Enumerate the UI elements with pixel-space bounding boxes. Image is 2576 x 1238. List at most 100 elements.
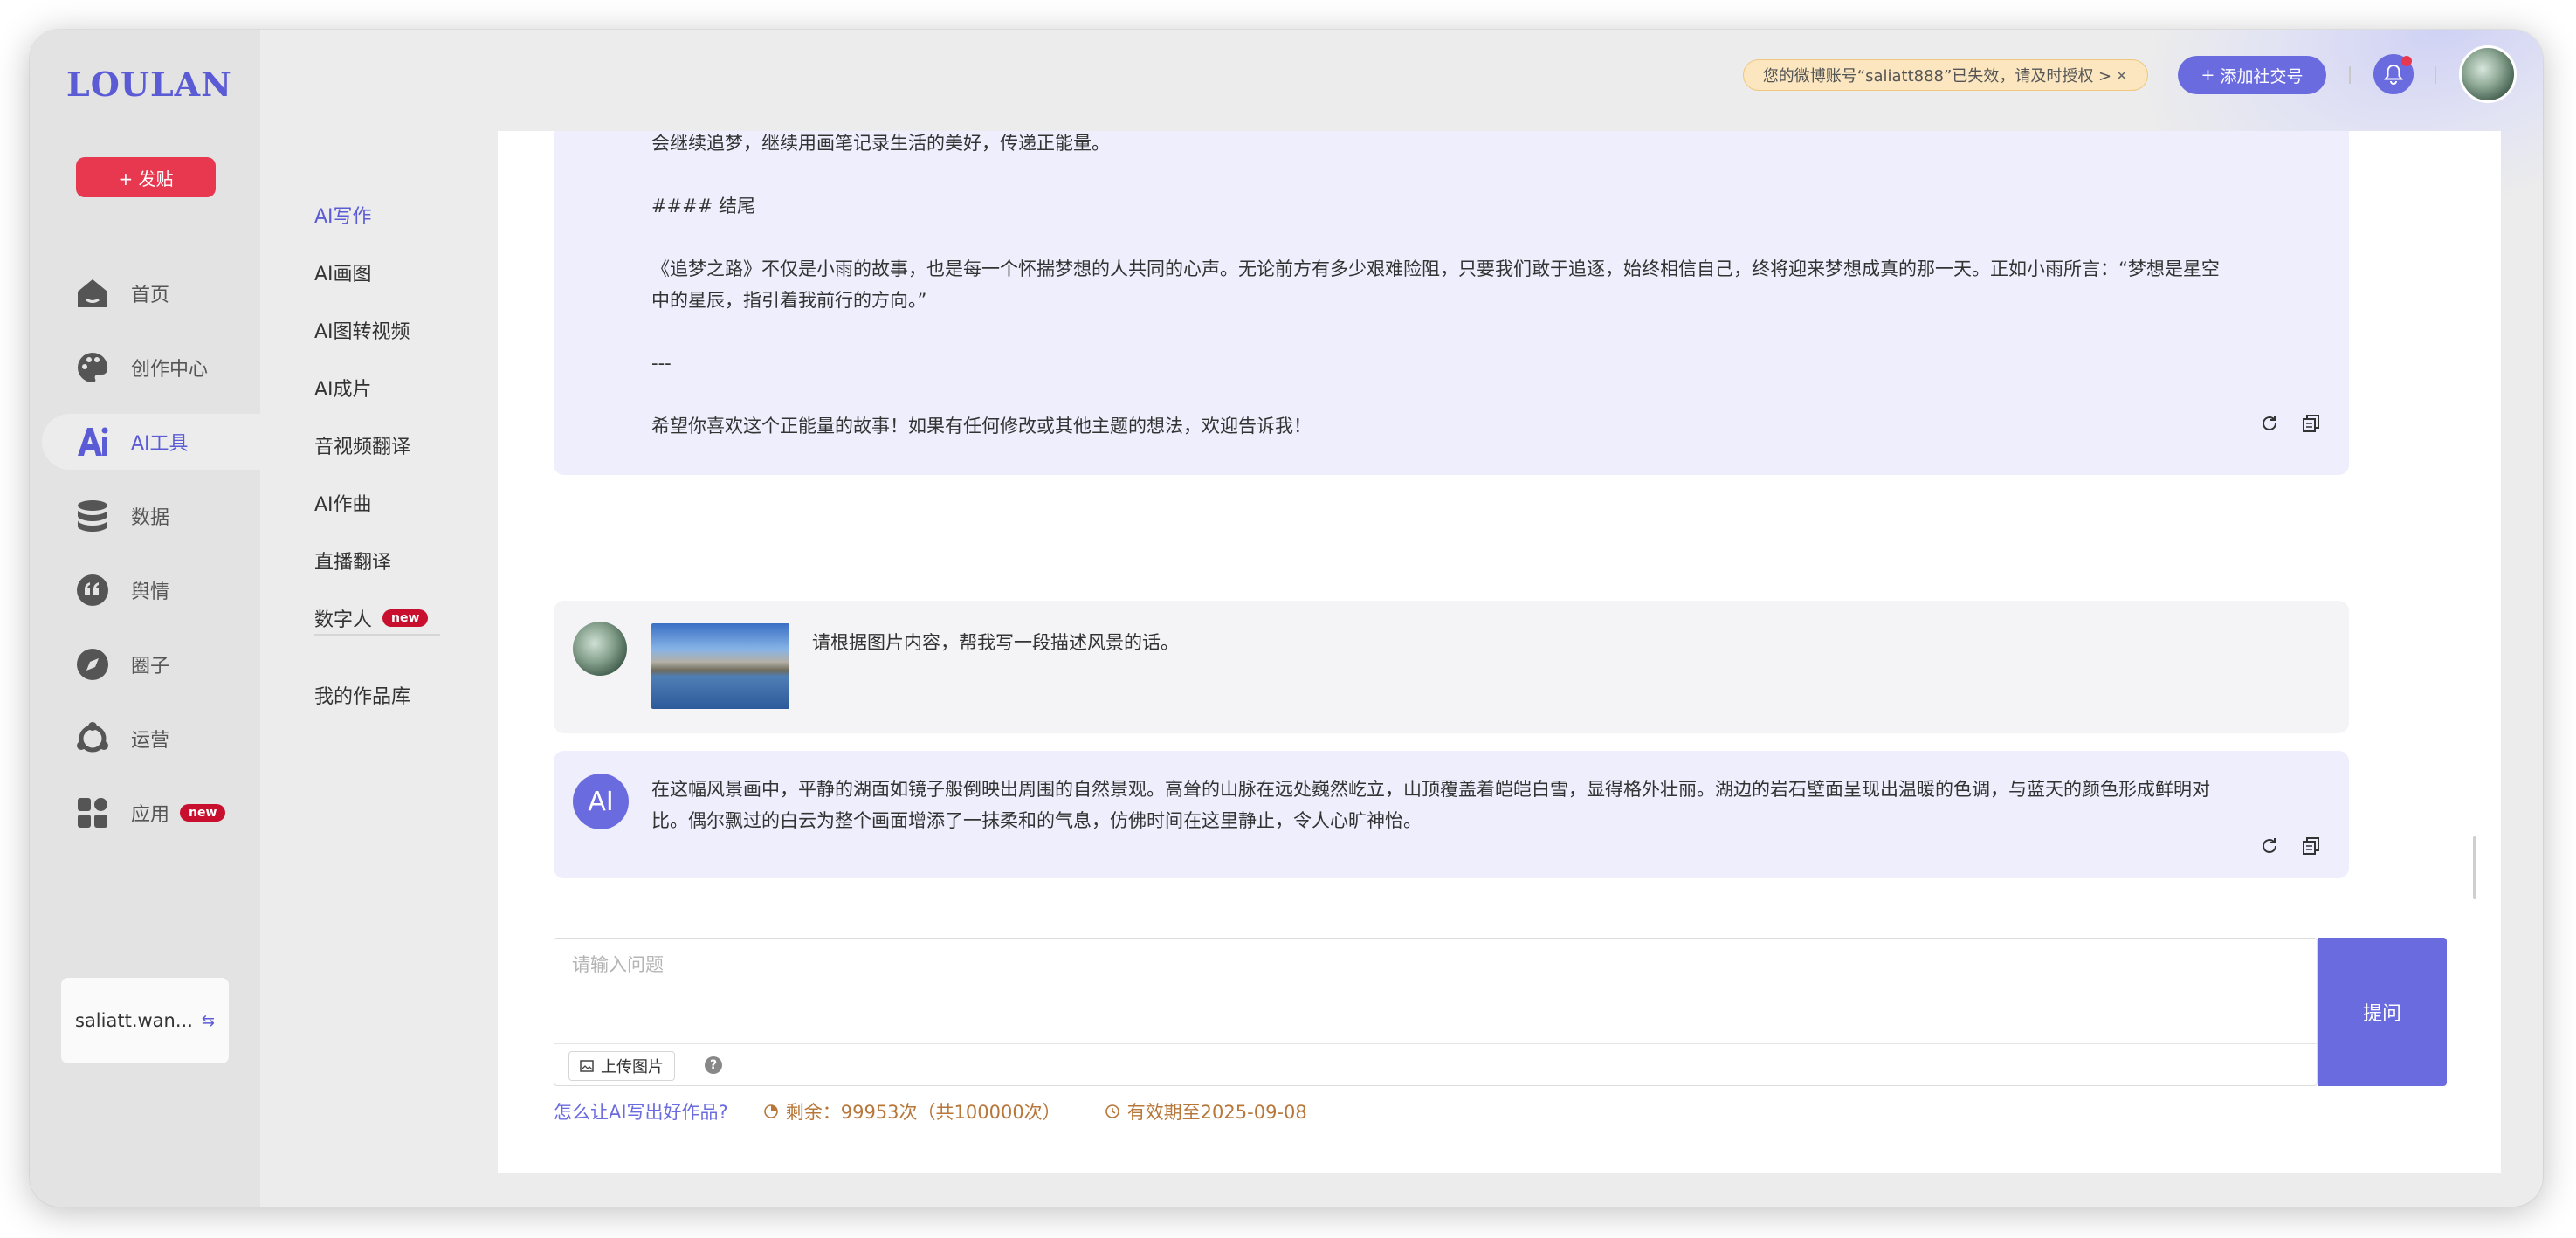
writing-tips-link[interactable]: 怎么让AI写出好作品? <box>554 1098 728 1125</box>
user-message-text: 请根据图片内容，帮我写一段描述风景的话。 <box>812 632 1179 653</box>
sidebar-item-label: 舆情 <box>131 581 170 603</box>
message-line: #### 结尾 <box>651 196 756 217</box>
submenu-item[interactable]: AI画图 <box>314 258 372 286</box>
ai-message-text: 随着时间的推移，小雨的画作不仅在国内展出，还远销海外。她的名字成为了梦想与坚持的… <box>651 131 2319 442</box>
submenu-item-label: AI成片 <box>314 379 372 401</box>
submenu-item-label: AI图转视频 <box>314 321 410 343</box>
message-line <box>651 316 2319 347</box>
new-badge: new <box>382 609 429 627</box>
notification-bell-button[interactable] <box>2373 54 2414 94</box>
sidebar-item-label: AI工具 <box>131 433 189 455</box>
sidebar-item[interactable]: 舆情 <box>42 562 260 618</box>
image-icon <box>580 1060 594 1072</box>
expiry-date: 有效期至2025-09-08 <box>1105 1098 1307 1125</box>
pie-icon <box>763 1104 778 1118</box>
submenu-item-library[interactable]: 我的作品库 <box>314 681 410 709</box>
message-line: 中的星辰，指引着我前行的方向。” <box>651 290 927 311</box>
sidebar-item[interactable]: 应用 new <box>42 785 260 841</box>
account-switcher[interactable]: saliatt.wan... ⇆ <box>61 978 229 1063</box>
sidebar-item-label: 圈子 <box>131 656 170 677</box>
regenerate-icon[interactable] <box>2258 835 2281 857</box>
user-avatar[interactable] <box>2459 45 2517 103</box>
close-icon[interactable]: × <box>2115 66 2128 85</box>
divider <box>2435 66 2436 84</box>
apps-icon <box>75 795 110 830</box>
submenu-item[interactable]: AI成片 <box>314 374 372 402</box>
plus-icon: + <box>2201 65 2215 85</box>
chat-history: 随着时间的推移，小雨的画作不仅在国内展出，还远销海外。她的名字成为了梦想与坚持的… <box>498 131 2501 882</box>
ask-button[interactable]: 提问 <box>2318 938 2447 1086</box>
message-line <box>651 379 2319 410</box>
post-button[interactable]: + 发贴 <box>76 157 216 197</box>
unread-dot <box>2401 56 2412 66</box>
message-line: --- <box>651 353 672 374</box>
sidebar-item[interactable]: 数据 <box>42 488 260 544</box>
sidebar-nav: 首页创作中心 AI工具数据舆情圈子运营应用 new <box>42 265 260 859</box>
copy-icon[interactable] <box>2300 412 2323 435</box>
submenu-item[interactable]: AI写作 <box>314 201 372 229</box>
submenu-item[interactable]: AI作曲 <box>314 489 372 517</box>
divider <box>2349 66 2351 84</box>
ai-message: 随着时间的推移，小雨的画作不仅在国内展出，还远销海外。她的名字成为了梦想与坚持的… <box>554 131 2349 475</box>
new-badge: new <box>180 804 226 822</box>
sidebar-item-label: 创作中心 <box>131 359 209 381</box>
message-line <box>651 159 2319 190</box>
input-toolbar: 上传图片 ? <box>554 1043 2317 1085</box>
sidebar-item[interactable]: 首页 <box>42 265 260 321</box>
upload-image-button[interactable]: 上传图片 <box>568 1051 675 1081</box>
submenu-item-label: 直播翻译 <box>314 552 392 574</box>
account-name: saliatt.wan... <box>75 1010 193 1031</box>
user-message: 请根据图片内容，帮我写一段描述风景的话。 <box>554 601 2349 733</box>
operations-icon <box>75 721 110 756</box>
chat-scrollbar[interactable] <box>2473 836 2476 899</box>
home-icon <box>75 276 110 311</box>
ai-writing-panel: 随着时间的推移，小雨的画作不仅在国内展出，还远销海外。她的名字成为了梦想与坚持的… <box>498 131 2501 1173</box>
submenu-item-label: 数字人 <box>314 609 373 631</box>
message-line: 《追梦之路》不仅是小雨的故事，也是每一个怀揣梦想的人共同的心声。无论前方有多少艰… <box>651 258 2220 279</box>
add-social-label: 添加社交号 <box>2220 66 2304 86</box>
sidebar-item[interactable]: AI工具 <box>42 414 260 470</box>
expiry-text: 有效期至2025-09-08 <box>1126 1102 1307 1123</box>
message-line: 会继续追梦，继续用画笔记录生活的美好，传递正能量。 <box>651 133 1110 154</box>
app-window: LOULAN + 发贴 首页创作中心 AI工具数据舆情圈子运营应用 new sali… <box>30 30 2543 1207</box>
submenu-item[interactable]: AI图转视频 <box>314 316 410 344</box>
auth-expired-notice[interactable]: 您的微博账号“saliatt888”已失效，请及时授权 > × <box>1743 59 2148 91</box>
remaining-quota: 剩余：99953次（共100000次） <box>763 1098 1061 1125</box>
message-actions <box>2258 835 2323 857</box>
sidebar-item-label: 运营 <box>131 730 170 752</box>
sidebar-item[interactable]: 创作中心 <box>42 340 260 395</box>
submenu-item[interactable]: 音视频翻译 <box>314 431 410 459</box>
sidebar: LOULAN + 发贴 首页创作中心 AI工具数据舆情圈子运营应用 new sali… <box>30 30 260 1207</box>
message-line: 在这幅风景画中，平静的湖面如镜子般倒映出周围的自然景观。高耸的山脉在远处巍然屹立… <box>651 779 2210 800</box>
submenu-item[interactable]: 数字人 new <box>314 604 429 632</box>
message-line <box>651 222 2319 253</box>
remaining-text: 剩余：99953次（共100000次） <box>785 1102 1061 1123</box>
usage-footer: 怎么让AI写出好作品? 剩余：99953次（共100000次） 有效期至2025… <box>554 1098 1307 1125</box>
notice-text: 您的微博账号“saliatt888”已失效，请及时授权 > <box>1762 67 2112 86</box>
bell-icon <box>2384 64 2403 85</box>
compass-icon <box>75 647 110 682</box>
submenu-item[interactable]: 直播翻译 <box>314 547 391 574</box>
question-input-box: 上传图片 ? <box>554 938 2318 1086</box>
message-line: 比。偶尔飘过的白云为整个画面增添了一抹柔和的气息，仿佛时间在这里静止，令人心旷神… <box>651 810 1422 831</box>
logo: LOULAN <box>66 65 232 104</box>
quote-icon <box>75 573 110 608</box>
add-social-account-button[interactable]: + 添加社交号 <box>2178 56 2326 94</box>
swap-icon[interactable]: ⇆ <box>202 1012 215 1030</box>
user-message-avatar <box>573 622 627 676</box>
uploaded-image-thumbnail[interactable] <box>651 623 789 709</box>
regenerate-icon[interactable] <box>2258 412 2281 435</box>
help-icon[interactable]: ? <box>705 1056 722 1074</box>
message-actions <box>2258 412 2323 435</box>
upload-image-label: 上传图片 <box>601 1058 664 1076</box>
ai-message: AI 在这幅风景画中，平静的湖面如镜子般倒映出周围的自然景观。高耸的山脉在远处巍… <box>554 751 2349 878</box>
copy-icon[interactable] <box>2300 835 2323 857</box>
submenu-item-label: AI写作 <box>314 206 372 228</box>
sidebar-item-label: 首页 <box>131 285 170 306</box>
question-input[interactable] <box>554 939 2317 1043</box>
submenu-item-label: AI作曲 <box>314 494 372 516</box>
sidebar-item[interactable]: 圈子 <box>42 636 260 692</box>
database-icon <box>75 499 110 533</box>
sidebar-item[interactable]: 运营 <box>42 711 260 767</box>
sidebar-item-label: 数据 <box>131 507 170 529</box>
